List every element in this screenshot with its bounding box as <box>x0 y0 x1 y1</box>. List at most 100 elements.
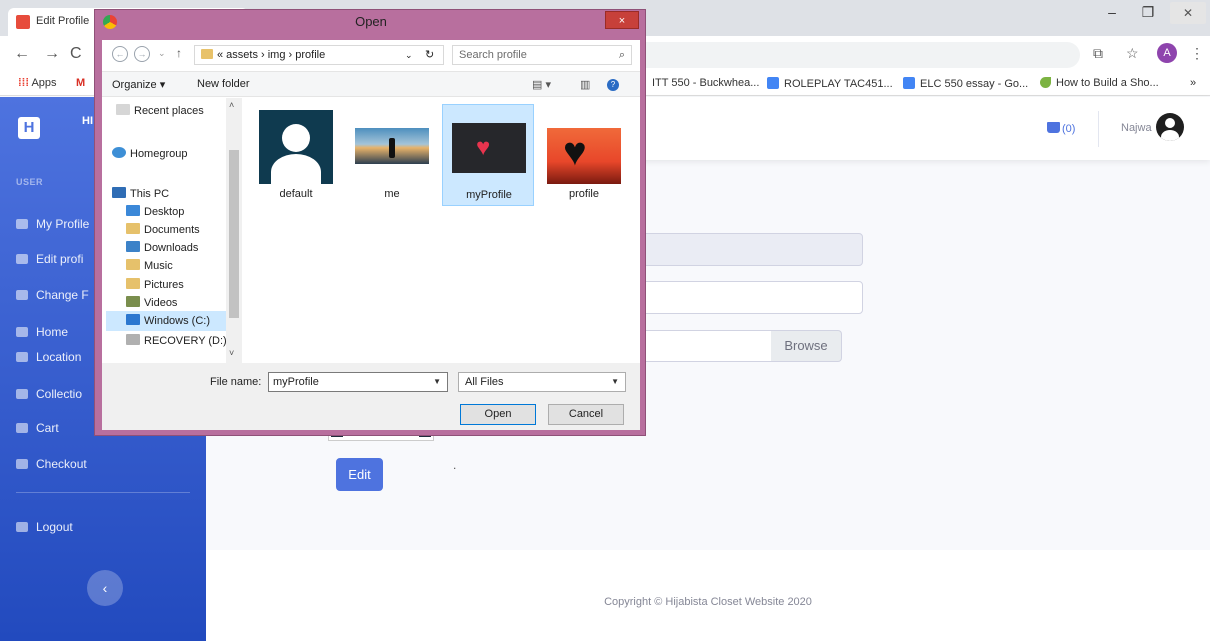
edit-button[interactable]: Edit <box>336 458 383 491</box>
file-name-input[interactable]: myProfile ▼ <box>268 372 448 392</box>
dialog-back-icon[interactable]: ← <box>112 46 128 62</box>
user-icon <box>16 219 28 229</box>
nav-windows-c[interactable]: Windows (C:) <box>106 311 226 331</box>
sidebar-item-checkout[interactable]: Checkout <box>16 457 87 471</box>
sidebar-item-location[interactable]: Location <box>16 350 81 364</box>
site-favicon-icon <box>16 15 30 29</box>
dialog-close-button[interactable]: × <box>605 11 639 29</box>
person-head <box>282 124 310 152</box>
nav-music[interactable]: Music <box>126 259 173 272</box>
nav-downloads[interactable]: Downloads <box>126 241 198 254</box>
back-icon[interactable]: ← <box>14 45 30 63</box>
reload-icon[interactable]: C <box>70 45 82 63</box>
downloads-icon <box>126 241 140 252</box>
doc-icon <box>903 77 915 89</box>
default-thumbnail <box>259 110 333 184</box>
file-name: profile <box>569 188 599 200</box>
window-close-icon[interactable]: ✕ <box>1170 2 1206 24</box>
logout-icon <box>16 522 28 532</box>
user-avatar-icon[interactable] <box>1156 113 1184 141</box>
bookmark-roleplay[interactable]: ROLEPLAY TAC451... <box>767 77 893 90</box>
menu-icon[interactable]: ⋮ <box>1190 45 1204 62</box>
sidebar-item-change-password[interactable]: Change F <box>16 288 89 302</box>
dialog-title: Open <box>355 14 387 29</box>
nav-pictures[interactable]: Pictures <box>126 278 184 291</box>
silhouette <box>389 138 395 158</box>
dialog-body: ← → ⌄ ↑ « assets › img › profile ⌄ ↻ Sea… <box>102 40 640 430</box>
dialog-search-input[interactable]: Search profile ⌕ <box>452 45 632 65</box>
nav-documents[interactable]: Documents <box>126 223 200 236</box>
apps-grid-icon: ⁞⁞⁞ <box>18 77 29 89</box>
bookmark-elc550[interactable]: ELC 550 essay - Go... <box>903 77 1028 90</box>
collection-icon <box>16 389 28 399</box>
bookmark-star-icon[interactable]: ☆ <box>1126 45 1139 62</box>
sidebar-item-home[interactable]: Home <box>16 325 68 339</box>
file-item-me[interactable]: me <box>346 104 438 206</box>
sidebar-item-collection[interactable]: Collectio <box>16 387 82 401</box>
navbar-divider <box>1098 111 1099 147</box>
translate-icon[interactable]: ⧉ <box>1093 45 1103 62</box>
cart-link[interactable]: (0) <box>1047 122 1075 135</box>
scroll-down-icon[interactable]: ˅ <box>229 348 234 358</box>
minimize-icon[interactable]: – <box>1094 4 1130 20</box>
user-name[interactable]: Najwa <box>1121 122 1152 134</box>
more-bookmarks-icon[interactable]: » <box>1190 77 1196 89</box>
nav-homegroup[interactable]: Homegroup <box>112 147 187 160</box>
file-item-myprofile[interactable]: ♥ myProfile <box>442 104 534 206</box>
checkout-icon <box>16 459 28 469</box>
profile-avatar[interactable]: A <box>1157 43 1177 63</box>
organize-button[interactable]: Organize ▾ <box>112 78 165 91</box>
me-thumbnail <box>355 128 429 164</box>
view-options-icon[interactable]: ▤ ▾ <box>532 78 551 91</box>
drive-icon <box>126 314 140 325</box>
gmail-icon[interactable]: M <box>76 77 85 89</box>
nav-this-pc[interactable]: This PC <box>112 187 169 200</box>
scrollbar-thumb[interactable] <box>229 150 239 318</box>
nav-recovery-d[interactable]: RECOVERY (D:) <box>126 334 227 347</box>
sidebar-toggle-button[interactable]: ‹ <box>87 570 123 606</box>
sidebar-item-my-profile[interactable]: My Profile <box>16 217 89 231</box>
file-list: default me ♥ myProfile ♥ profile <box>244 98 640 363</box>
nav-recent-places[interactable]: Recent places <box>116 104 204 117</box>
cancel-button[interactable]: Cancel <box>548 404 624 425</box>
dialog-command-bar: Organize ▾ New folder ▤ ▾ ▥ ? <box>102 71 640 97</box>
nav-desktop[interactable]: Desktop <box>126 205 184 218</box>
browse-button[interactable]: Browse <box>771 330 842 362</box>
sidebar-divider <box>16 492 190 493</box>
recent-locations-icon[interactable]: ⌄ <box>158 48 166 59</box>
chevron-down-icon[interactable]: ▼ <box>433 373 441 391</box>
file-item-default[interactable]: default <box>250 104 342 206</box>
refresh-icon[interactable]: ↻ <box>425 46 434 64</box>
help-icon[interactable]: ? <box>607 79 619 91</box>
sidebar-item-cart[interactable]: Cart <box>16 421 59 435</box>
path-dropdown-icon[interactable]: ⌄ <box>405 46 413 64</box>
drive-icon <box>126 334 140 345</box>
bookmark-apps[interactable]: ⁞⁞⁞ Apps <box>18 77 57 89</box>
brand-logo[interactable]: H <box>18 117 40 139</box>
dialog-address-row: ← → ⌄ ↑ « assets › img › profile ⌄ ↻ Sea… <box>102 40 640 70</box>
new-folder-button[interactable]: New folder <box>197 78 250 90</box>
preview-pane-icon[interactable]: ▥ <box>580 78 590 91</box>
file-name: myProfile <box>466 189 512 201</box>
dialog-forward-icon[interactable]: → <box>134 46 150 62</box>
file-item-profile[interactable]: ♥ profile <box>538 104 630 206</box>
sidebar-item-edit-profile[interactable]: Edit profi <box>16 252 83 266</box>
sidebar-item-logout[interactable]: Logout <box>16 520 73 534</box>
file-name: default <box>279 188 313 200</box>
scroll-up-icon[interactable]: ˄ <box>229 100 234 110</box>
up-folder-icon[interactable]: ↑ <box>176 46 182 60</box>
bookmark-itt550[interactable]: ITT 550 - Buckwhea... <box>652 77 759 89</box>
file-type-select[interactable]: All Files ▼ <box>458 372 626 392</box>
pictures-icon <box>126 278 140 289</box>
nav-scrollbar[interactable]: ˄ ˅ <box>226 98 242 363</box>
desktop-icon <box>126 205 140 216</box>
forward-icon[interactable]: → <box>44 45 60 63</box>
restore-icon[interactable]: ❐ <box>1130 4 1166 21</box>
open-button[interactable]: Open <box>460 404 536 425</box>
dialog-path-bar[interactable]: « assets › img › profile ⌄ ↻ <box>194 45 444 65</box>
bookmark-build[interactable]: How to Build a Sho... <box>1040 77 1159 89</box>
open-file-dialog: Open × ← → ⌄ ↑ « assets › img › profile … <box>94 9 646 436</box>
nav-videos[interactable]: Videos <box>126 296 177 309</box>
key-icon <box>16 290 28 300</box>
chevron-down-icon[interactable]: ▼ <box>611 373 619 391</box>
